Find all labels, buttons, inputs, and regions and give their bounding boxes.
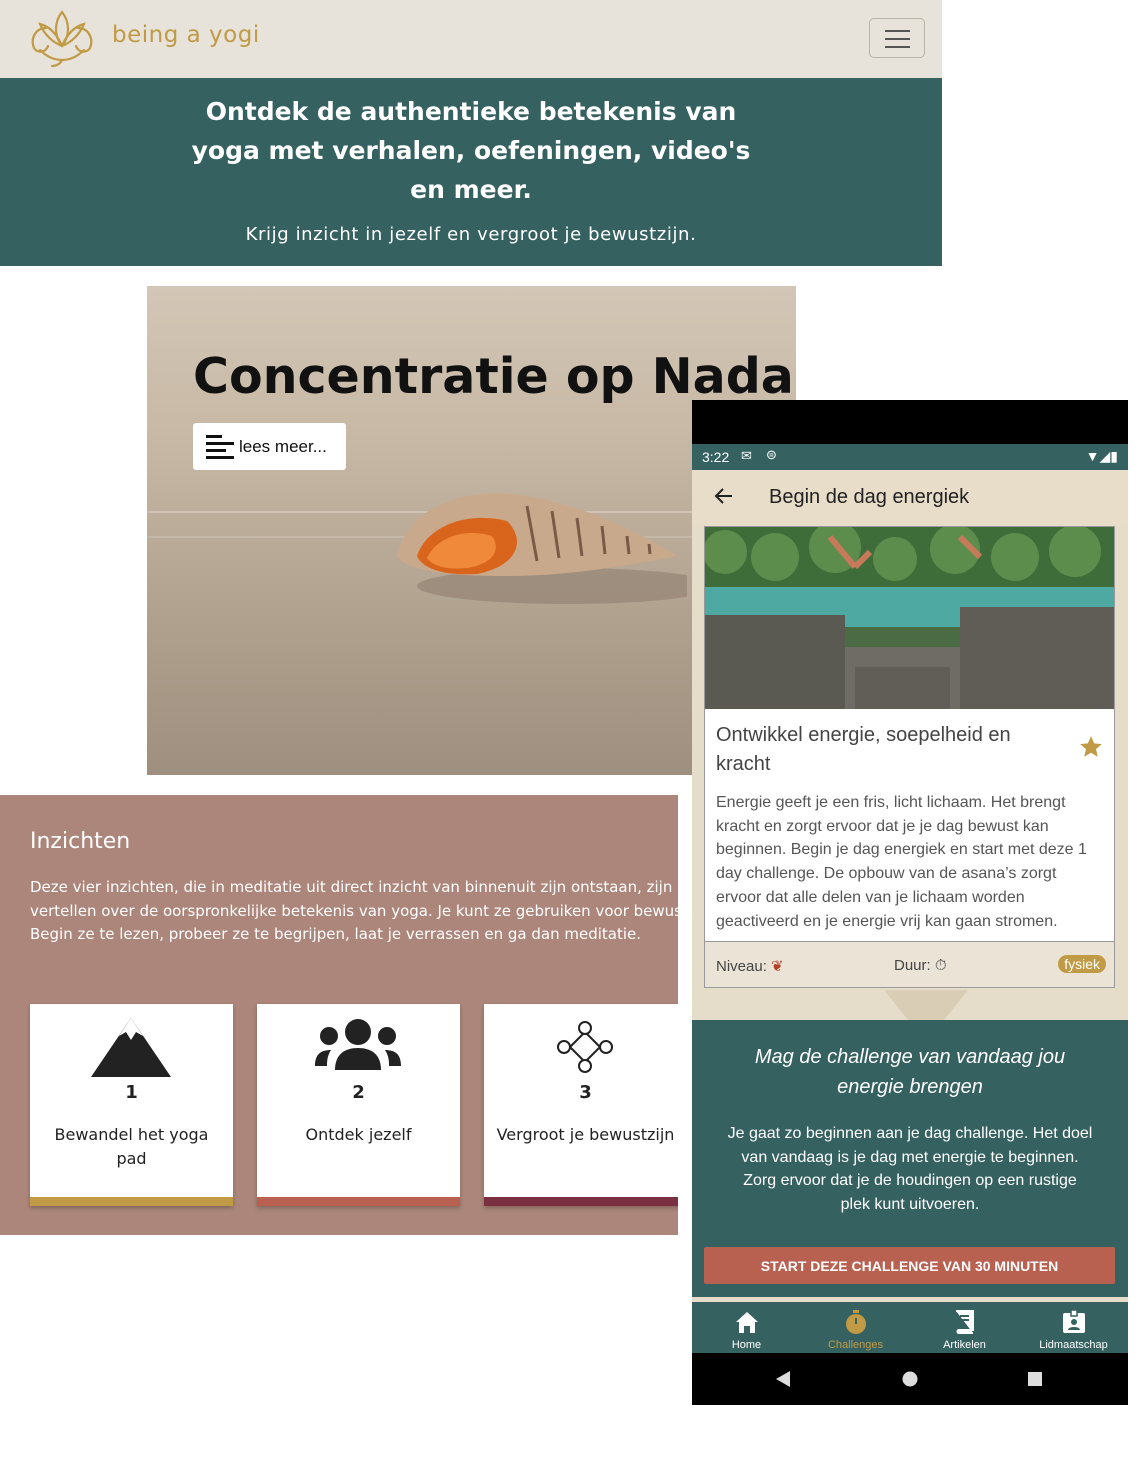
message-text: Je gaat zo beginnen aan je dag challenge… [727,1125,1093,1213]
featured-article-title[interactable]: Concentratie op Nada [193,348,794,405]
status-time: 3:22 [702,449,730,465]
insight-card-number: 2 [352,1082,365,1103]
menu-icon-bar [885,30,910,32]
gmail-icon: ✉ [741,448,752,463]
sim-icon: ⊜ [766,447,777,462]
start-challenge-button[interactable]: START DEZE CHALLENGE VAN 30 MINUTEN [704,1247,1115,1284]
read-more-label: lees meer... [239,437,327,456]
mountain-icon [91,1018,171,1077]
challenge-photo [705,527,1114,709]
nav-label: Home [731,1339,762,1351]
nav-label: Lidmaatschap [1039,1339,1108,1351]
insight-card-number: 3 [579,1082,592,1103]
insight-card-1[interactable]: 1 Bewandel het yoga pad [30,1004,233,1206]
chevron-decoration [884,990,968,1020]
challenge-message: Mag de challenge van vandaag jou energie… [692,1020,1128,1297]
site-logo-text[interactable]: being a yogi [112,22,260,48]
site-header: being a yogi [0,0,942,78]
system-back-icon[interactable] [774,1370,792,1388]
system-home-icon[interactable] [901,1370,919,1388]
phone-screenshot: 3:22 ✉ ⊜ ▼◢▮ Begin de dag energiek Ontwi… [692,400,1128,1405]
level-info: Niveau: ❦ [716,957,784,975]
back-arrow-icon[interactable] [712,484,736,508]
challenge-content: Ontwikkel energie, soepelheid en kracht … [692,526,1128,1020]
bottom-navigation: Home Challenges Artikelen Lidmaatschap [692,1302,1128,1353]
message-heading: Mag de challenge van vandaag jou energie… [754,1046,1066,1098]
book-icon [956,1310,974,1334]
challenge-description: Energie geeft je een fris, licht lichaam… [716,794,1087,930]
hero-subtitle: Krijg inzicht in jezelf en vergroot je b… [245,224,697,245]
lotus-logo-icon[interactable] [26,6,98,70]
insights-heading: Inzichten [30,829,131,854]
stopwatch-icon [846,1310,866,1334]
hero-band: Ontdek de authentieke betekenis van yoga… [0,78,942,266]
nav-item-artikelen[interactable]: Artikelen [910,1302,1019,1353]
insight-card-accent [257,1197,460,1206]
insights-section: Inzichten Deze vier inzichten, die in me… [0,795,678,1235]
insight-card-label: Vergroot je bewustzijn [496,1125,675,1144]
duration-info: Duur: ⏱ [894,957,947,974]
category-tag: fysiek [1058,955,1106,973]
chili-icon: ❦ [771,958,784,975]
insights-text: Deze vier inzichten, die in meditatie ui… [30,878,678,943]
insight-card-number: 1 [125,1082,138,1103]
challenge-meta: Niveau: ❦ Duur: ⏱ fysiek [705,941,1114,987]
id-badge-icon [1063,1309,1085,1333]
nav-item-lidmaatschap[interactable]: Lidmaatschap [1019,1302,1128,1353]
app-bar: Begin de dag energiek [692,470,1128,526]
network-icon [557,1021,613,1073]
nav-label: Artikelen [943,1339,986,1351]
screen-title: Begin de dag energiek [769,486,970,508]
nav-item-challenges[interactable]: Challenges [801,1302,910,1353]
nav-label: Challenges [827,1339,884,1351]
menu-icon-bar [885,38,910,40]
system-recents-icon[interactable] [1026,1370,1044,1388]
users-icon [315,1019,401,1070]
stopwatch-icon: ⏱ [934,957,947,974]
insight-card-2[interactable]: 2 Ontdek jezelf [257,1004,460,1206]
seashell-image [397,493,687,604]
home-icon [736,1312,758,1333]
signal-battery-icons: ▼◢▮ [1085,448,1118,464]
nav-item-home[interactable]: Home [692,1302,801,1353]
insight-card-accent [30,1197,233,1206]
insight-card-3[interactable]: 3 Vergroot je bewustzijn [484,1004,678,1206]
menu-icon-bar [885,46,910,48]
hero-title: Ontdek de authentieke betekenis van yoga… [191,97,751,204]
favorite-star-icon[interactable] [1078,734,1104,760]
text-align-icon [206,435,234,459]
insight-card-label: Ontdek jezelf [305,1125,412,1144]
system-navigation-bar [692,1353,1128,1405]
menu-toggle-button[interactable] [869,18,925,58]
challenge-title: Ontwikkel energie, soepelheid en kracht [716,724,1011,775]
duration-label: Duur: [894,957,931,974]
level-label: Niveau: [716,958,767,975]
insight-card-label: Bewandel het yoga pad [54,1125,209,1168]
challenge-card[interactable]: Ontwikkel energie, soepelheid en kracht … [704,526,1115,988]
insight-card-accent [484,1197,678,1206]
status-bar: 3:22 ✉ ⊜ ▼◢▮ [692,444,1128,470]
read-more-button[interactable]: lees meer... [193,423,346,470]
